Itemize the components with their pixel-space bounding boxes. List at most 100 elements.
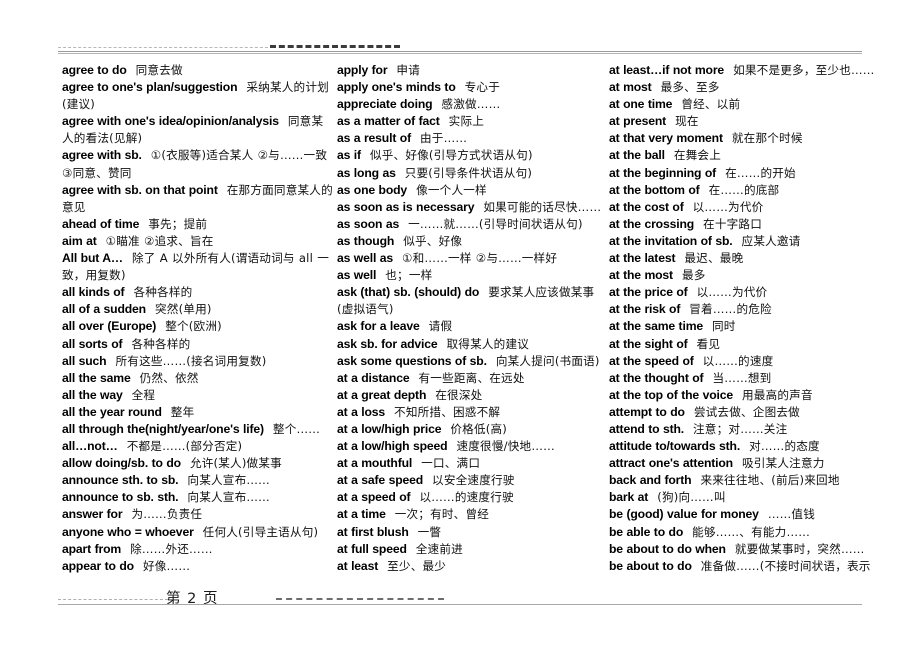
glossary-entry: at the bottom of 在……的底部: [609, 182, 909, 199]
glossary-entry: apply for 申请: [337, 62, 607, 79]
entry-chinese-gloss: 对……的态度: [749, 439, 820, 454]
glossary-entry: at a time 一次；有时、曾经: [337, 506, 607, 523]
entry-chinese-gloss: 曾经、以前: [681, 97, 741, 112]
entry-chinese-gloss: 最多、至多: [660, 80, 720, 95]
entry-english-term: as long as: [337, 165, 396, 180]
entry-chinese-gloss: 能够……、有能力……: [692, 524, 811, 539]
glossary-entry: all…not… 不都是……(部分否定): [62, 438, 334, 455]
entry-chinese-gloss: 只要(引导条件状语从句): [404, 165, 533, 180]
entry-chinese-gloss: 由于……: [419, 131, 468, 146]
glossary-entry: as one body 像一个人一样: [337, 182, 607, 199]
entry-chinese-gloss: 实际上: [448, 114, 485, 129]
glossary-entry: all the way 全程: [62, 387, 334, 404]
entry-chinese-gloss: 现在: [675, 114, 699, 129]
glossary-entry: All but A… 除了 A 以外所有人(谓语动词与 all 一致，用复数): [62, 250, 334, 284]
entry-english-term: at a distance: [337, 370, 410, 385]
entry-english-term: at that very moment: [609, 131, 723, 146]
entry-chinese-gloss: 请假: [428, 319, 453, 334]
entry-english-term: All but A…: [62, 251, 123, 266]
entry-english-term: all the same: [62, 370, 131, 385]
entry-english-term: at one time: [609, 97, 673, 112]
entry-english-term: announce to sb. sth.: [62, 490, 179, 505]
entry-english-term: at the price of: [609, 285, 688, 300]
entry-english-term: at least: [337, 558, 379, 573]
glossary-entry: agree to one's plan/suggestion 采纳某人的计划(建议…: [62, 79, 334, 113]
entry-chinese-gloss: 除……外还……: [130, 541, 213, 556]
entry-english-term: at the thought of: [609, 370, 704, 385]
glossary-entry: at the invitation of sb. 应某人邀请: [609, 233, 909, 250]
glossary-entry: at a distance 有一些距离、在远处: [337, 370, 607, 387]
glossary-entry: at a low/high price 价格低(高): [337, 421, 607, 438]
entry-english-term: all over (Europe): [62, 319, 157, 334]
glossary-entry: ask some questions of sb. 向某人提问(书面语): [337, 353, 607, 370]
entry-chinese-gloss: 一瞥: [417, 524, 442, 539]
entry-english-term: be (good) value for money: [609, 507, 759, 522]
entry-chinese-gloss: 至少、最少: [387, 558, 447, 573]
entry-english-term: all through the(night/year/one's life): [62, 421, 264, 436]
entry-english-term: all of a sudden: [62, 302, 146, 317]
entry-english-term: appreciate doing: [337, 97, 433, 112]
glossary-entry: at present 现在: [609, 113, 909, 130]
entry-english-term: answer for: [62, 507, 123, 522]
entry-chinese-gloss: 似乎、好像: [403, 233, 463, 248]
glossary-entry: at that very moment 就在那个时候: [609, 130, 909, 147]
entry-english-term: agree to one's plan/suggestion: [62, 80, 238, 95]
entry-english-term: attend to sth.: [609, 421, 685, 436]
entry-english-term: all sorts of: [62, 336, 123, 351]
glossary-entry: all such 所有这些……(接名词用复数): [62, 353, 334, 370]
page-header-rule: [58, 43, 862, 55]
glossary-entry: at the crossing 在十字路口: [609, 216, 909, 233]
entry-english-term: at a time: [337, 507, 386, 522]
entry-english-term: ask some questions of sb.: [337, 353, 487, 368]
header-rule-underline-lower: [58, 53, 862, 54]
entry-chinese-gloss: 价格低(高): [450, 421, 507, 436]
glossary-entry: at a low/high speed 速度很慢/快地……: [337, 438, 607, 455]
entry-english-term: at a low/high speed: [337, 439, 448, 454]
entry-english-term: anyone who = whoever: [62, 524, 194, 539]
entry-chinese-gloss: 似乎、好像(引导方式状语从句): [369, 148, 533, 163]
glossary-column-1: agree to do 同意去做 agree to one's plan/sugge…: [62, 62, 334, 575]
entry-chinese-gloss: 为……负责任: [131, 507, 203, 522]
entry-english-term: attempt to do: [609, 404, 685, 419]
entry-chinese-gloss: 一口、满口: [421, 456, 481, 471]
entry-chinese-gloss: 看见: [696, 336, 721, 351]
entry-chinese-gloss: 在十字路口: [703, 216, 763, 231]
entry-chinese-gloss: 当……想到: [712, 370, 772, 385]
glossary-entry: at the same time 同时: [609, 318, 909, 335]
entry-english-term: all kinds of: [62, 285, 125, 300]
glossary-entry: all of a sudden 突然(单用): [62, 301, 334, 318]
entry-chinese-gloss: 冒着……的危险: [689, 302, 772, 317]
glossary-entry: at the risk of 冒着……的危险: [609, 301, 909, 318]
entry-english-term: at present: [609, 114, 667, 129]
glossary-entry: agree with sb. ①(衣服等)适合某人 ②与……一致 ③同意、赞同: [62, 147, 334, 181]
glossary-entry: attend to sth. 注意；对……关注: [609, 421, 909, 438]
entry-chinese-gloss: 向某人提问(书面语): [495, 353, 600, 368]
entry-english-term: at the sight of: [609, 336, 688, 351]
glossary-entry: at the thought of 当……想到: [609, 370, 909, 387]
glossary-entry: at the price of 以……为代价: [609, 284, 909, 301]
glossary-entry: apart from 除……外还……: [62, 541, 334, 558]
entry-english-term: at the risk of: [609, 302, 681, 317]
entry-english-term: at a speed of: [337, 490, 411, 505]
entry-chinese-gloss: ……值钱: [767, 507, 815, 522]
entry-chinese-gloss: 以……为代价: [692, 199, 764, 214]
glossary-entry: be about to do when 就要做某事时，突然……: [609, 541, 909, 558]
entry-english-term: ask sb. for advice: [337, 336, 438, 351]
glossary-entry: all the same 仍然、依然: [62, 370, 334, 387]
glossary-entry: as soon as 一……就……(引导时间状语从句): [337, 216, 607, 233]
entry-chinese-gloss: 尝试去做、企图去做: [693, 404, 800, 419]
header-rule-light-segment: [58, 47, 273, 48]
glossary-entry: all the year round 整年: [62, 404, 334, 421]
glossary-entry: announce sth. to sb. 向某人宣布……: [62, 472, 334, 489]
entry-chinese-gloss: 在……的底部: [708, 182, 780, 197]
entry-chinese-gloss: 最迟、最晚: [684, 251, 744, 266]
entry-chinese-gloss: 如果不是更多，至少也……: [733, 63, 875, 77]
entry-english-term: announce sth. to sb.: [62, 473, 179, 488]
entry-chinese-gloss: 仍然、依然: [139, 370, 199, 385]
entry-chinese-gloss: 申请: [396, 63, 421, 77]
glossary-entry: agree with sb. on that point 在那方面同意某人的意见: [62, 182, 334, 216]
entry-english-term: all the way: [62, 387, 123, 402]
entry-chinese-gloss: 整年: [170, 404, 195, 419]
entry-chinese-gloss: 以……的速度: [702, 353, 774, 368]
entry-english-term: at the cost of: [609, 199, 684, 214]
